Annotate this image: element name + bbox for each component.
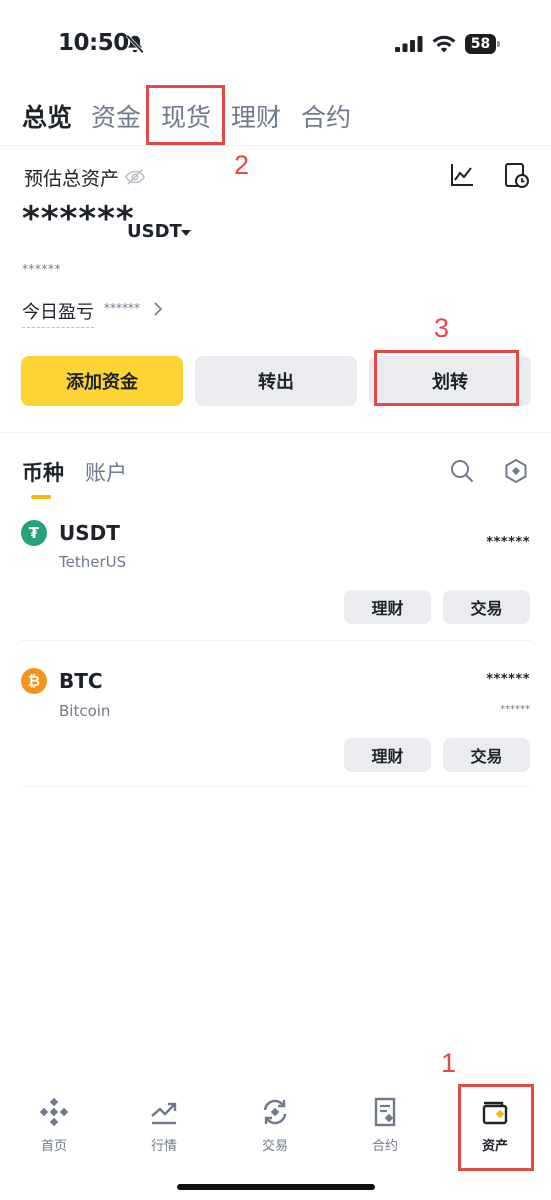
futures-doc-icon xyxy=(374,1097,396,1127)
annotation-box-3 xyxy=(374,350,519,406)
market-chart-icon xyxy=(151,1102,177,1125)
nav-trade[interactable]: 交易 xyxy=(230,1096,320,1154)
usdt-coin-icon: ₮ xyxy=(21,520,47,546)
estimated-assets-label: 预估总资产 xyxy=(24,168,120,190)
annotation-label-3: 3 xyxy=(434,313,450,343)
trade-button[interactable]: 交易 xyxy=(443,590,530,624)
nav-label: 合约 xyxy=(371,1139,398,1154)
battery-icon: 58 xyxy=(465,34,500,54)
coin-symbol: USDT xyxy=(59,521,120,545)
tab-funding[interactable]: 资金 xyxy=(91,98,141,134)
add-funds-button[interactable]: 添加资金 xyxy=(21,356,183,406)
btc-coin-icon: ₿ xyxy=(21,668,47,694)
trade-swap-icon xyxy=(263,1099,287,1125)
bell-muted-icon xyxy=(126,34,144,54)
battery-level: 58 xyxy=(465,34,496,54)
coin-symbol: BTC xyxy=(59,669,103,693)
annotation-box-2 xyxy=(146,85,225,145)
cellular-signal-icon xyxy=(395,36,423,52)
total-balance-masked: ****** xyxy=(22,199,135,239)
caret-down-icon[interactable] xyxy=(181,230,191,236)
wifi-icon xyxy=(432,35,456,53)
currency-selector[interactable]: USDT xyxy=(127,221,182,242)
annotation-box-1 xyxy=(458,1084,534,1171)
tab-earn[interactable]: 理财 xyxy=(231,98,281,134)
coin-value-masked: ****** xyxy=(500,704,530,715)
line-chart-icon[interactable] xyxy=(449,162,475,188)
coin-name: Bitcoin xyxy=(59,702,111,720)
order-history-icon[interactable] xyxy=(504,162,530,190)
today-pnl-masked: ****** xyxy=(104,301,140,315)
nav-label: 交易 xyxy=(261,1139,288,1154)
tab-futures[interactable]: 合约 xyxy=(301,98,351,134)
small-balance-hexagon-icon[interactable] xyxy=(503,458,529,484)
nav-futures[interactable]: 合约 xyxy=(340,1096,430,1154)
tab-accounts[interactable]: 账户 xyxy=(85,457,127,487)
coin-amount-masked: ****** xyxy=(486,535,530,550)
divider xyxy=(0,145,551,146)
coin-name: TetherUS xyxy=(59,553,127,571)
divider xyxy=(0,432,551,433)
nav-home[interactable]: 首页 xyxy=(9,1096,99,1154)
active-tab-indicator xyxy=(31,495,51,499)
home-indicator xyxy=(177,1184,375,1190)
annotation-label-2: 2 xyxy=(234,150,250,180)
nav-label: 首页 xyxy=(40,1139,67,1154)
trade-button[interactable]: 交易 xyxy=(443,738,530,772)
tab-overview[interactable]: 总览 xyxy=(22,98,72,134)
earn-button[interactable]: 理财 xyxy=(344,738,431,772)
search-icon[interactable] xyxy=(449,458,475,484)
balance-fiat-masked: ****** xyxy=(22,262,61,276)
binance-logo-icon xyxy=(39,1097,69,1127)
nav-label: 行情 xyxy=(150,1139,177,1154)
annotation-label-1: 1 xyxy=(441,1048,457,1078)
tab-coins[interactable]: 币种 xyxy=(22,457,64,487)
earn-button[interactable]: 理财 xyxy=(344,590,431,624)
coin-amount-masked: ****** xyxy=(486,672,530,687)
status-time: 10:50 xyxy=(58,30,129,56)
divider xyxy=(21,786,531,787)
chevron-right-icon[interactable] xyxy=(152,300,164,318)
today-pnl-label[interactable]: 今日盈亏 xyxy=(22,298,94,328)
eye-off-icon[interactable] xyxy=(124,166,146,188)
nav-markets[interactable]: 行情 xyxy=(119,1096,209,1154)
withdraw-button[interactable]: 转出 xyxy=(195,356,357,406)
divider xyxy=(21,640,531,641)
